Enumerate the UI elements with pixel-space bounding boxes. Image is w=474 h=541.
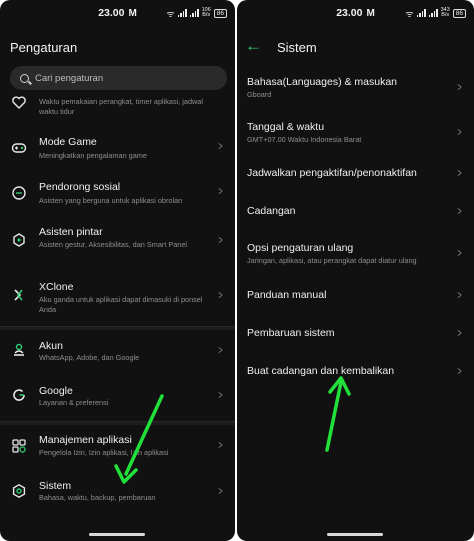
item-subtitle: Aku ganda untuk aplikasi dapat dimasuki …	[39, 295, 203, 314]
list-item-asisten-pintar[interactable]: Asisten pintar Asisten gestur, Aksesibil…	[0, 222, 235, 267]
m-logo-icon: M	[366, 7, 375, 19]
item-subtitle: Jaringan, aplikasi, atau perangkat dapat…	[247, 256, 417, 265]
apps-icon	[11, 438, 27, 454]
signal-2-icon	[428, 9, 438, 17]
account-icon	[11, 342, 27, 358]
list-item-akun[interactable]: Akun WhatsApp, Adobe, dan Google >	[0, 336, 235, 376]
chevron-right-icon: >	[457, 246, 462, 260]
annotation-arrow	[325, 376, 351, 452]
item-title: Pembaruan sistem	[247, 327, 335, 339]
chevron-right-icon: >	[218, 288, 223, 302]
status-bar: 23.00 M ᯤ 343 B/s 86	[237, 0, 474, 26]
list-item-xclone[interactable]: XClone Aku ganda untuk aplikasi dapat di…	[0, 277, 235, 322]
system-screen: 23.00 M ᯤ 343 B/s 86 ← Sistem Bahasa(Langu…	[237, 0, 474, 541]
signal-icon	[416, 9, 426, 17]
chevron-right-icon: >	[457, 288, 462, 302]
item-title: Jadwalkan pengaktifan/penonaktifan	[247, 167, 417, 179]
list-item-opsi-pengaturan-ulang[interactable]: Opsi pengaturan ulang Jaringan, aplikasi…	[237, 238, 474, 270]
chevron-right-icon: >	[457, 80, 462, 94]
list-item-bahasa[interactable]: Bahasa(Languages) & masukan Gboard >	[237, 72, 474, 104]
item-title: Asisten pintar	[39, 226, 103, 238]
item-title: Panduan manual	[247, 289, 327, 301]
battery-icon: 86	[213, 8, 227, 18]
chevron-right-icon: >	[218, 343, 223, 357]
heart-icon	[11, 94, 27, 110]
chevron-right-icon: >	[457, 166, 462, 180]
item-title: XClone	[39, 281, 74, 293]
item-title: Pendorong sosial	[39, 181, 121, 193]
chevron-right-icon: >	[218, 438, 223, 452]
list-item-tanggal-waktu[interactable]: Tanggal & waktu GMT+07.00 Waktu Indonesi…	[237, 117, 474, 149]
chevron-right-icon: >	[457, 204, 462, 218]
list-item-sistem[interactable]: Sistem Bahasa, waktu, backup, pembaruan …	[0, 477, 235, 517]
search-icon	[20, 73, 29, 83]
xclone-icon	[11, 287, 27, 303]
gesture-bar[interactable]	[89, 533, 145, 536]
list-item-cadangan[interactable]: Cadangan >	[237, 202, 474, 224]
item-title: Tanggal & waktu	[247, 121, 325, 133]
wifi-icon: ᯤ	[405, 8, 414, 19]
list-item-mode-game[interactable]: Mode Game Meningkatkan pengalaman game >	[0, 132, 235, 172]
chevron-right-icon: >	[218, 388, 223, 402]
item-title: Akun	[39, 340, 63, 352]
list-item-google[interactable]: Google Layanan & preferensi >	[0, 381, 235, 421]
item-title: Mode Game	[39, 136, 97, 148]
item-title: Bahasa(Languages) & masukan	[247, 76, 398, 88]
gesture-bar[interactable]	[327, 533, 383, 536]
net-speed: 343 B/s	[440, 6, 450, 18]
list-item-buat-cadangan[interactable]: Buat cadangan dan kembalikan >	[237, 362, 474, 384]
net-speed: 106 B/s	[201, 6, 211, 18]
list-item-pembaruan-sistem[interactable]: Pembaruan sistem >	[237, 324, 474, 346]
page-title: Sistem	[277, 40, 317, 55]
section-divider	[0, 421, 235, 425]
item-subtitle: WhatsApp, Adobe, dan Google	[39, 353, 140, 362]
item-subtitle: Asisten yang berguna untuk aplikasi obro…	[39, 196, 183, 205]
chevron-right-icon: >	[457, 364, 462, 378]
settings-screen: 23.00M ᯤ 106B/s 86 Pengaturan Waktu pema…	[0, 0, 235, 541]
item-subtitle: Meningkatkan pengalaman game	[39, 151, 147, 160]
clock: 23.00	[336, 7, 363, 19]
signal-2-icon	[189, 9, 199, 17]
assistant-icon	[11, 232, 27, 248]
page-title: Pengaturan	[10, 40, 78, 55]
section-divider	[0, 326, 235, 330]
chevron-right-icon: >	[218, 233, 223, 247]
list-item-pendorong-sosial[interactable]: Pendorong sosial Asisten yang berguna un…	[0, 177, 235, 217]
item-title: Opsi pengaturan ulang	[247, 242, 354, 254]
item-title: Buat cadangan dan kembalikan	[247, 365, 395, 377]
m-logo-icon: M	[128, 7, 137, 19]
signal-icon	[177, 9, 187, 17]
item-title: Manajemen aplikasi	[39, 434, 132, 446]
chevron-right-icon: >	[218, 139, 223, 153]
list-item-manajemen-aplikasi[interactable]: Manajemen aplikasi Pengelola Izin, Izin …	[0, 431, 235, 471]
item-subtitle: GMT+07.00 Waktu Indonesia Barat	[247, 135, 362, 144]
battery-icon: 86	[452, 8, 466, 18]
item-subtitle: Gboard	[247, 90, 272, 99]
item-subtitle: Pengelola Izin, Izin aplikasi, Izin apli…	[39, 448, 169, 457]
chat-icon	[11, 185, 27, 201]
search-input[interactable]	[35, 72, 215, 84]
list-item-panduan-manual[interactable]: Panduan manual >	[237, 286, 474, 308]
gamepad-icon	[11, 140, 27, 156]
list-item-digital-wellbeing[interactable]: Waktu pemakaian perangkat, timer aplikas…	[0, 92, 235, 122]
search-bar[interactable]	[10, 66, 227, 90]
status-bar: 23.00 M ᯤ 106 B/s 86	[0, 0, 235, 26]
chevron-right-icon: >	[457, 125, 462, 139]
item-title: Cadangan	[247, 205, 296, 217]
google-icon	[11, 387, 27, 403]
item-title: Google	[39, 385, 73, 397]
item-subtitle: Bahasa, waktu, backup, pembaruan	[39, 493, 156, 502]
wifi-icon: ᯤ	[166, 8, 175, 19]
item-subtitle: Waktu pemakaian perangkat, timer aplikas…	[39, 97, 203, 116]
back-arrow-icon[interactable]: ←	[245, 36, 262, 56]
item-subtitle: Asisten gestur, Aksesibilitas, dan Smart…	[39, 240, 188, 249]
list-item-jadwalkan[interactable]: Jadwalkan pengaktifan/penonaktifan >	[237, 164, 474, 186]
item-title: Sistem	[39, 480, 72, 492]
clock: 23.00	[98, 7, 125, 19]
system-icon	[11, 483, 27, 499]
chevron-right-icon: >	[218, 484, 223, 498]
chevron-right-icon: >	[218, 184, 223, 198]
item-subtitle: Layanan & preferensi	[39, 398, 109, 407]
chevron-right-icon: >	[457, 326, 462, 340]
